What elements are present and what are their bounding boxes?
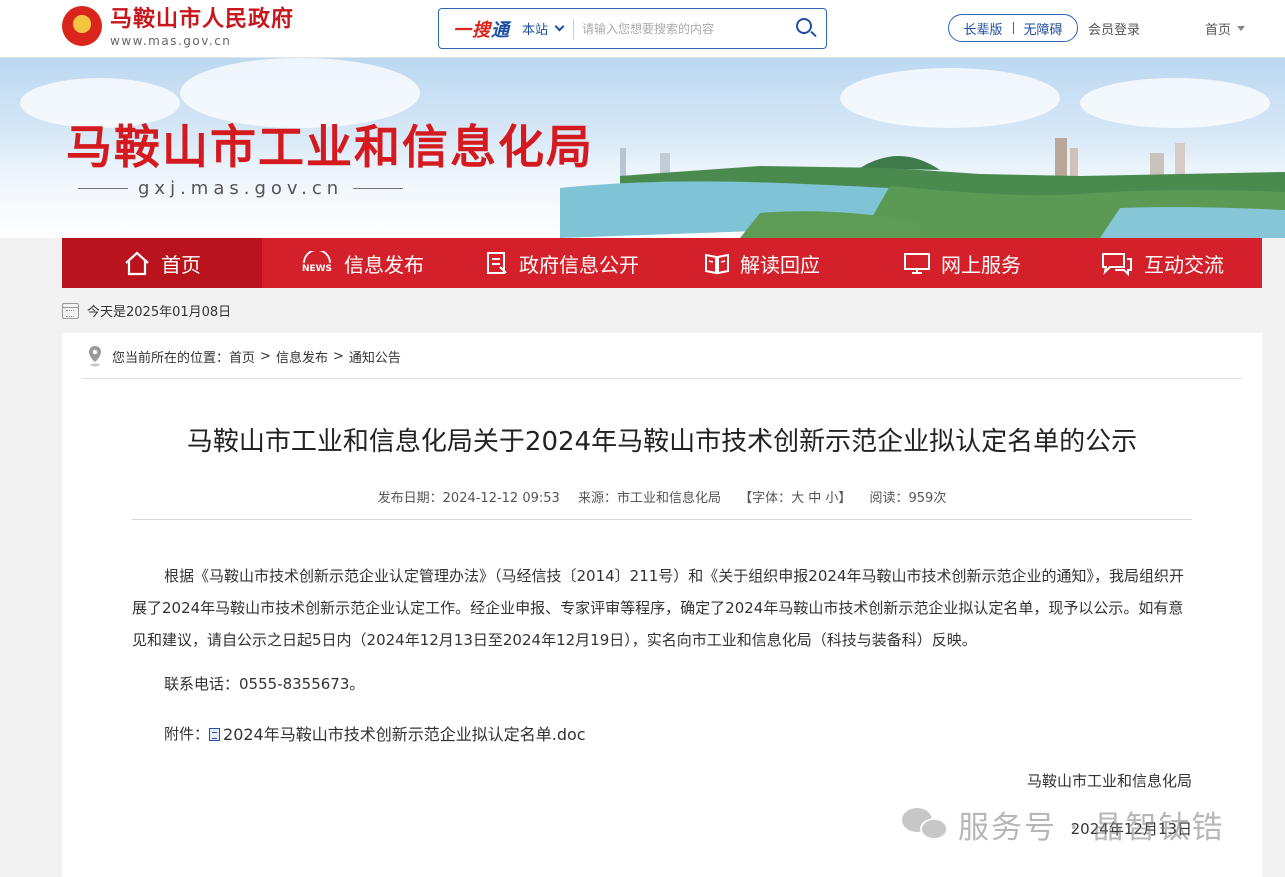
nav-item-online-service[interactable]: 网上服务 [862,238,1062,288]
breadcrumb: 您当前所在的位置： 首页 > 信息发布 > 通知公告 [88,345,401,367]
document-icon [487,252,507,274]
home-dropdown[interactable]: 首页 [1205,19,1246,38]
mode-switch: 长辈版 无障碍 [948,14,1078,42]
attachment-label: 附件： [164,724,210,743]
city-lake-scene [560,138,1285,238]
calendar-icon [62,302,79,319]
breadcrumb-news[interactable]: 信息发布 [276,347,328,366]
site-banner: 马鞍山市工业和信息化局 gxj.mas.gov.cn [0,58,1285,238]
font-size-switch[interactable]: 【字体：大 中 小】 [739,491,851,506]
article-title: 马鞍山市工业和信息化局关于2024年马鞍山市技术创新示范企业拟认定名单的公示 [186,427,1138,457]
word-doc-icon [209,727,221,741]
book-icon [705,253,729,275]
wechat-icon [902,806,948,844]
search-icon[interactable] [794,17,818,41]
breadcrumb-home[interactable]: 首页 [229,347,255,366]
watermark-text: 服务号 · 晶智钛锆 [958,810,1225,846]
home-icon [125,251,149,276]
today-date: 今天是2025年01月08日 [62,301,231,320]
portal-name: 马鞍山市人民政府 [110,7,295,32]
member-login-link[interactable]: 会员登录 [1088,19,1140,38]
search-input[interactable] [582,21,763,36]
elder-mode-link[interactable]: 长辈版 [963,19,1002,38]
today-text: 今天是2025年01月08日 [87,305,232,320]
attachment-link[interactable]: 2024年马鞍山市技术创新示范企业拟认定名单.doc [223,721,586,745]
search-scope-label: 本站 [522,23,549,38]
news-icon: NEWS [302,251,332,274]
article-panel: 您当前所在的位置： 首页 > 信息发布 > 通知公告 马鞍山市工业和信息化局关于… [62,333,1262,877]
site-title: 马鞍山市工业和信息化局 [66,120,594,174]
banner-cloud [840,68,1060,128]
article-paragraph: 根据《马鞍山市技术创新示范企业认定管理办法》（马经信技〔2014〕211号）和《… [132,567,1184,649]
top-bar: 马鞍山市人民政府 www.mas.gov.cn 一搜通 本站 长辈版 无障碍 会… [0,0,1285,58]
chat-icon [1102,253,1132,276]
nav-item-home[interactable]: 首页 [62,238,262,288]
view-count: 阅读：959次 [869,491,947,506]
chevron-down-icon [554,21,565,32]
nav-item-interpretation[interactable]: 解读回应 [662,238,862,288]
accessible-mode-link[interactable]: 无障碍 [1024,19,1063,38]
article-meta: 发布日期：2024-12-12 09:53 来源：市工业和信息化局 【字体：大 … [62,487,1262,506]
location-pin-icon [89,346,101,367]
attachment-row: 附件： 2024年马鞍山市技术创新示范企业拟认定名单.doc [164,721,586,745]
search-box: 一搜通 本站 [438,8,827,49]
banner-cloud [1080,78,1270,128]
signature-org: 马鞍山市工业和信息化局 [1026,772,1192,790]
svg-text:NEWS: NEWS [302,264,332,274]
national-emblem-icon [62,6,102,46]
breadcrumb-notices[interactable]: 通知公告 [349,347,401,366]
caret-down-icon [1237,26,1246,31]
home-dropdown-label: 首页 [1205,23,1232,38]
search-scope-select[interactable]: 本站 [522,19,565,38]
banner-cloud [180,58,420,128]
nav-item-news[interactable]: NEWS 信息发布 [262,238,462,288]
portal-logo[interactable]: 马鞍山市人民政府 www.mas.gov.cn [62,6,294,48]
search-brand: 一搜通 [453,19,510,41]
contact-phone: 联系电话：0555-8355673。 [164,675,365,693]
breadcrumb-prefix: 您当前所在的位置： [112,350,230,366]
site-url: gxj.mas.gov.cn [68,178,413,199]
portal-url: www.mas.gov.cn [110,34,232,48]
main-nav: 首页 NEWS 信息发布 政府信息公开 解读回应 网上服务 互动交流 [62,238,1262,288]
article-source: 来源：市工业和信息化局 [577,491,721,506]
nav-item-gov-info[interactable]: 政府信息公开 [462,238,662,288]
nav-item-interaction[interactable]: 互动交流 [1062,238,1262,288]
publish-date: 发布日期：2024-12-12 09:53 [377,491,560,506]
divider [82,378,1242,379]
article-body: 根据《马鞍山市技术创新示范企业认定管理办法》（马经信技〔2014〕211号）和《… [132,560,1197,656]
monitor-icon [904,253,930,274]
wechat-watermark: 服务号 · 晶智钛锆 [902,802,1225,847]
divider [132,519,1192,520]
